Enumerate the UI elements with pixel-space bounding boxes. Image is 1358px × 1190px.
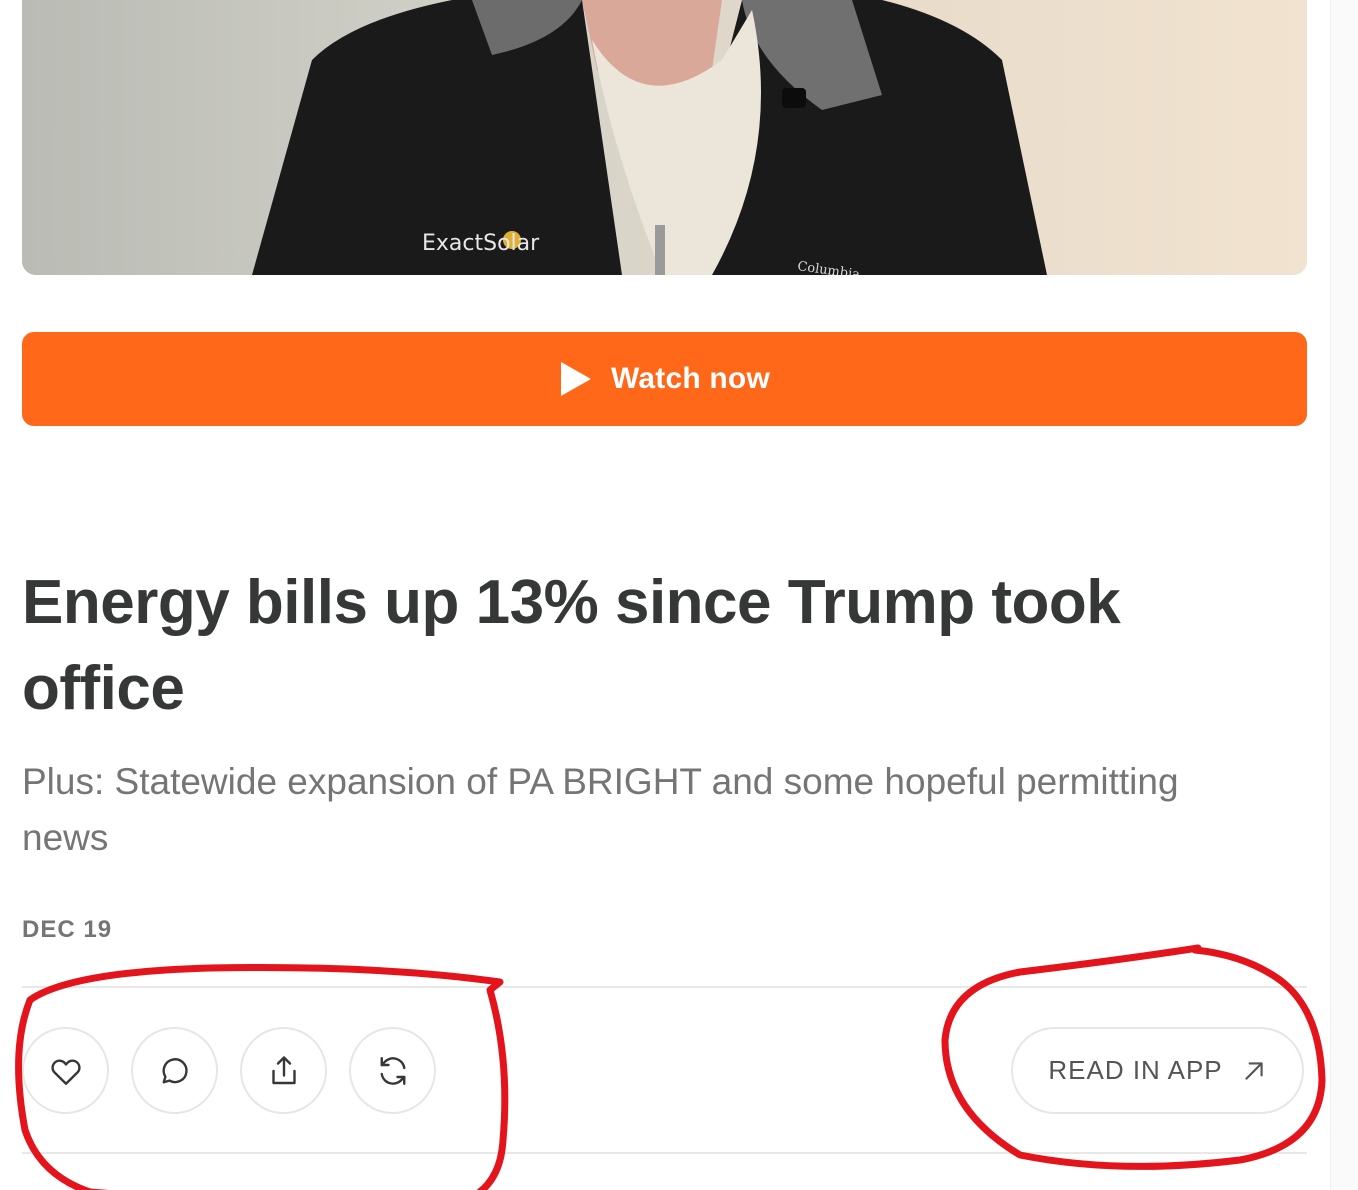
heart-icon (50, 1059, 81, 1085)
arrow-up-right-icon (1244, 1061, 1263, 1080)
post-actions (22, 1027, 436, 1114)
play-icon (560, 362, 591, 396)
page-edge (1330, 0, 1358, 1190)
post-date: DEC 19 (22, 916, 113, 943)
restack-button[interactable] (349, 1027, 436, 1114)
divider (22, 986, 1307, 988)
read-in-app-button[interactable]: READ IN APP (1011, 1027, 1304, 1114)
comment-button[interactable] (131, 1027, 218, 1114)
like-button[interactable] (22, 1027, 109, 1114)
restack-icon (380, 1056, 405, 1085)
jacket-logo-text: ExactSolar (422, 231, 540, 256)
share-icon (271, 1055, 296, 1084)
comment-icon (162, 1057, 188, 1083)
video-thumbnail[interactable]: ExactSolar Columbia (22, 0, 1307, 275)
watch-now-label: Watch now (610, 362, 770, 395)
watch-now-button[interactable]: Watch now (22, 332, 1307, 426)
divider (22, 1152, 1307, 1154)
share-button[interactable] (240, 1027, 327, 1114)
read-in-app-label: READ IN APP (1048, 1055, 1223, 1085)
video-frame-image: ExactSolar Columbia (22, 0, 1307, 275)
post-subtitle: Plus: Statewide expansion of PA BRIGHT a… (22, 761, 1179, 858)
post-title[interactable]: Energy bills up 13% since Trump took off… (22, 560, 1222, 732)
